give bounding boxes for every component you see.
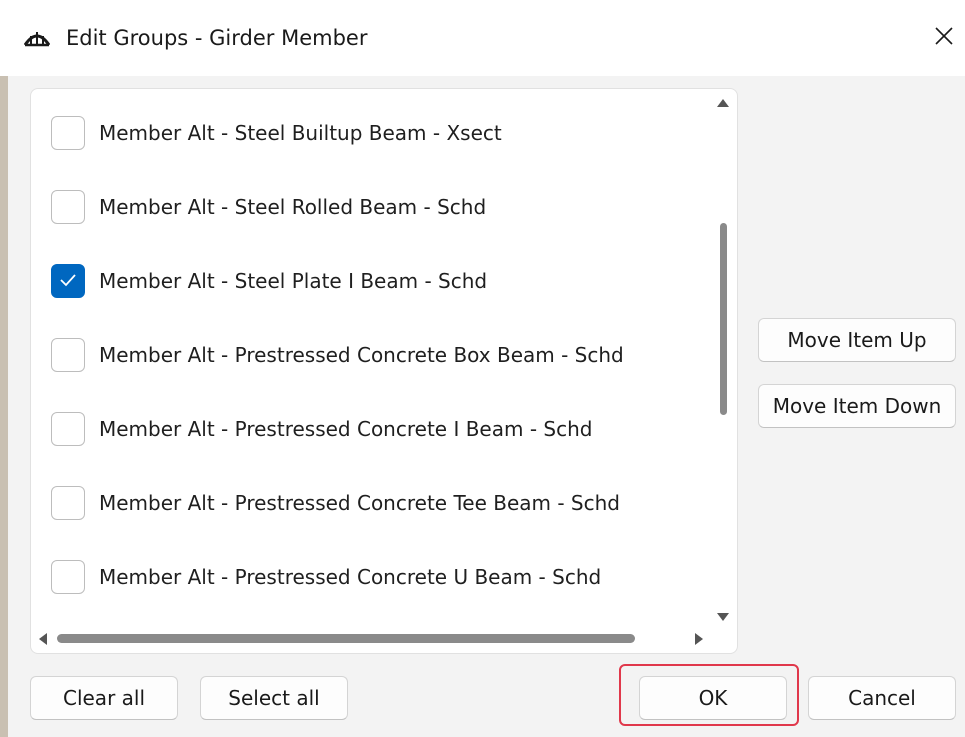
move-item-up-button[interactable]: Move Item Up [758,318,956,362]
checkbox[interactable] [51,338,85,372]
cancel-button[interactable]: Cancel [808,676,956,720]
checkbox[interactable] [51,560,85,594]
title-bar: Edit Groups - Girder Member [0,0,965,76]
scroll-right-arrow-icon[interactable] [691,631,707,647]
list-item-label: Member Alt - Steel Rolled Beam - Schd [99,195,487,219]
list-item-label: Member Alt - Steel Plate I Beam - Schd [99,269,488,293]
checkbox[interactable] [51,190,85,224]
scroll-up-arrow-icon[interactable] [715,95,731,111]
select-all-button[interactable]: Select all [200,676,348,720]
scroll-down-arrow-icon[interactable] [715,609,731,625]
list-item[interactable]: Member Alt - Prestressed Concrete Tee Be… [51,483,620,523]
ok-button[interactable]: OK [639,676,787,720]
list-item[interactable]: Member Alt - Prestressed Concrete Box Be… [51,335,624,375]
groups-checklist[interactable]: Member Alt - Steel Builtup Beam - Xsect … [30,88,738,654]
close-icon [934,26,954,50]
move-item-down-button[interactable]: Move Item Down [758,384,956,428]
horizontal-scrollbar-thumb[interactable] [57,634,635,643]
checkbox[interactable] [51,412,85,446]
edit-groups-dialog: Edit Groups - Girder Member Member Alt -… [0,0,965,737]
list-item-label: Member Alt - Prestressed Concrete Box Be… [99,343,624,367]
list-item[interactable]: Member Alt - Steel Plate I Beam - Schd [51,261,487,301]
list-item-label: Member Alt - Steel Builtup Beam - Xsect [99,121,502,145]
list-item-label: Member Alt - Prestressed Concrete U Beam… [99,565,602,589]
list-item[interactable]: Member Alt - Prestressed Concrete U Beam… [51,557,601,597]
scroll-left-arrow-icon[interactable] [35,631,51,647]
checkbox-checked[interactable] [51,264,85,298]
dialog-title: Edit Groups - Girder Member [66,26,368,50]
list-item-label: Member Alt - Prestressed Concrete I Beam… [99,417,593,441]
list-item[interactable]: Member Alt - Steel Rolled Beam - Schd [51,187,486,227]
clear-all-button[interactable]: Clear all [30,676,178,720]
list-item[interactable]: Member Alt - Prestressed Concrete I Beam… [51,409,592,449]
checkbox[interactable] [51,486,85,520]
close-button[interactable] [922,16,965,60]
vertical-scrollbar-thumb[interactable] [720,223,727,415]
list-item[interactable]: Member Alt - Steel Builtup Beam - Xsect [51,113,502,153]
bridge-arch-icon [23,26,51,50]
checkbox[interactable] [51,116,85,150]
background-window-edge [0,76,8,737]
list-item-label: Member Alt - Prestressed Concrete Tee Be… [99,491,620,515]
checkmark-icon [59,272,77,291]
